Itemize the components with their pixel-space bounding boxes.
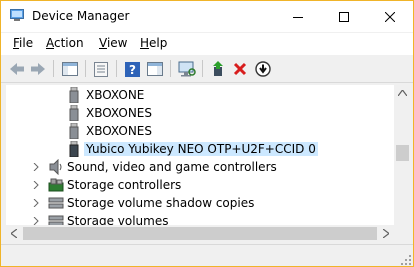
horizontal-scrollbar[interactable] [6,225,394,242]
uninstall-device-button[interactable] [230,59,250,79]
status-bar [1,244,413,266]
update-driver-button[interactable] [208,59,228,79]
tree-device-row[interactable]: XBOXONE [6,86,394,104]
properties-button[interactable] [91,59,111,79]
tree-category-row[interactable]: Sound, video and game controllers [6,158,394,176]
minimize-button[interactable] [275,1,321,32]
category-label: Storage volume shadow copies [67,196,255,210]
back-arrow-icon [10,63,24,75]
menu-action[interactable]: Action [46,36,84,50]
tree-category-row[interactable]: Storage volumes [6,212,394,225]
toolbar-separator [85,60,86,77]
usb-device-icon [69,105,79,121]
tree-device-row[interactable]: XBOXONES [6,104,394,122]
toolbar: ? [1,55,413,83]
device-manager-app-icon [10,9,24,21]
toolbar-separator [53,60,54,77]
update-driver-icon [213,61,223,76]
minimize-icon [293,16,303,18]
menu-view[interactable]: View [99,36,127,50]
scrollbar-corner [394,225,411,242]
speaker-icon [49,159,62,175]
window-title: Device Manager [32,9,130,23]
help-icon: ? [124,61,140,77]
tree-category-row[interactable]: Storage controllers [6,176,394,194]
disable-device-button[interactable] [253,59,273,79]
help-button[interactable]: ? [122,59,142,79]
scroll-right-arrow-icon[interactable] [383,229,389,238]
forward-arrow-icon [31,63,45,75]
tree-device-row[interactable]: XBOXONES [6,122,394,140]
action-pane-icon [147,62,163,76]
menu-file[interactable]: File [13,36,33,50]
scan-hardware-changes-icon [178,61,196,77]
category-label: Sound, video and game controllers [67,160,277,174]
usb-device-icon [69,87,79,103]
maximize-icon [339,11,349,22]
chevron-right-icon[interactable] [33,163,40,171]
vertical-scrollbar[interactable] [394,85,411,225]
svg-text:?: ? [129,63,136,77]
close-icon [385,11,395,22]
device-label: XBOXONES [86,106,152,120]
device-label: Yubico Yubikey NEO OTP+U2F+CCID 0 [84,142,318,156]
menu-help[interactable]: Help [140,36,167,50]
category-label: Storage controllers [67,178,182,192]
chevron-right-icon[interactable] [33,181,40,189]
resize-grip-icon[interactable] [401,255,411,265]
tree-device-row-selected[interactable]: Yubico Yubikey NEO OTP+U2F+CCID 0 [6,140,394,158]
uninstall-device-icon [233,62,247,76]
usb-device-icon [69,141,79,157]
device-tree[interactable]: XBOXONE XBOXONES XBOXONES Yubico Yubikey… [6,85,394,225]
toolbar-separator [170,60,171,77]
maximize-button[interactable] [321,1,367,32]
tree-category-row[interactable]: Storage volume shadow copies [6,194,394,212]
category-label: Storage volumes [67,214,169,225]
scroll-up-arrow-icon[interactable] [398,90,407,96]
properties-icon [94,61,108,77]
usb-device-icon [69,123,79,139]
storage-controller-icon [48,178,64,192]
device-manager-window: Device Manager File Action View Help ? X… [0,0,414,267]
vertical-scroll-thumb[interactable] [396,145,409,161]
action-pane-button[interactable] [145,59,165,79]
toolbar-separator [116,60,117,77]
horizontal-scroll-thumb[interactable] [23,227,377,240]
show-hide-console-tree-icon [62,62,78,76]
device-label: XBOXONE [86,88,145,102]
drive-icon [48,197,64,209]
scroll-left-arrow-icon[interactable] [11,229,17,238]
menu-bar: File Action View Help [1,33,413,55]
drive-icon [48,215,64,225]
back-button[interactable] [7,59,27,79]
disable-device-icon [255,61,271,77]
show-hide-console-tree-button[interactable] [60,59,80,79]
close-button[interactable] [367,1,413,32]
chevron-right-icon[interactable] [33,217,40,225]
scan-hardware-changes-button[interactable] [177,59,197,79]
forward-button[interactable] [28,59,48,79]
device-label: XBOXONES [86,124,152,138]
toolbar-separator [202,60,203,77]
chevron-right-icon[interactable] [33,199,40,207]
title-bar[interactable]: Device Manager [1,1,413,32]
